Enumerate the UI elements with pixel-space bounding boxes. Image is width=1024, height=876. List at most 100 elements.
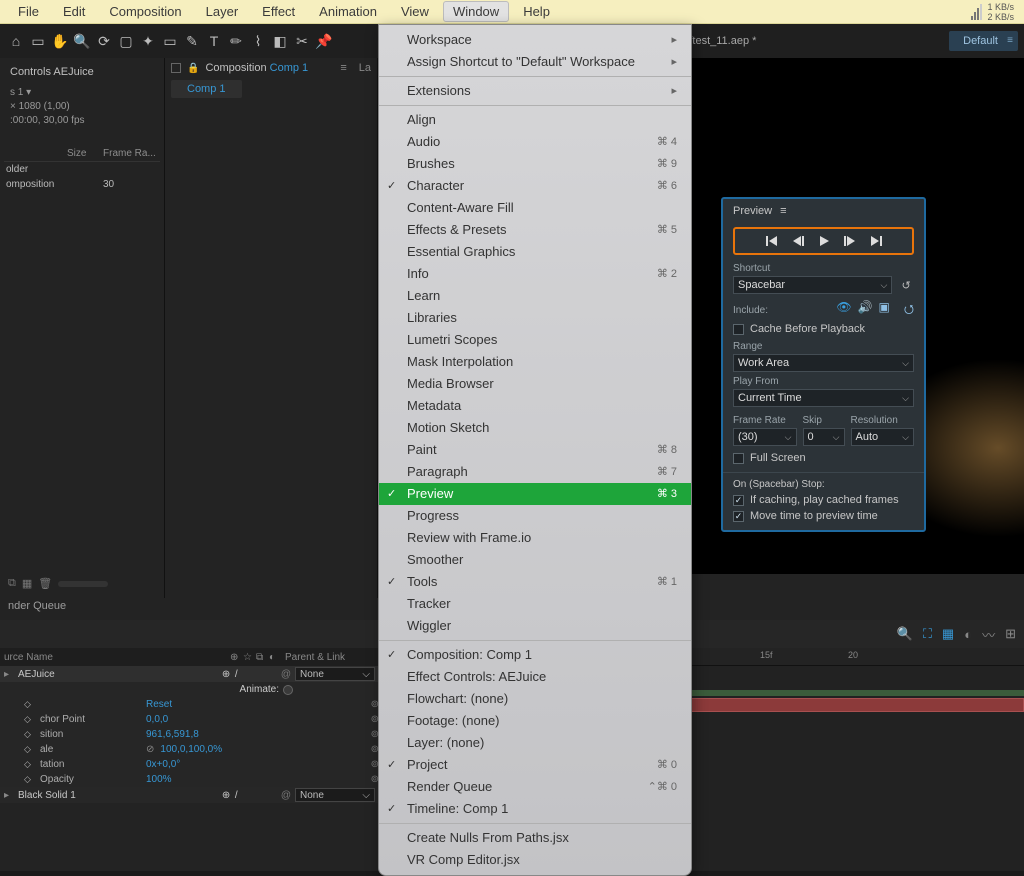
menu-item-render-queue[interactable]: Render Queue⌃⌘ 0 (379, 776, 691, 798)
layer-row[interactable]: ▸Black Solid 1⊕/@None⌵ (0, 787, 379, 803)
transform-property[interactable]: ◇tation0x+0,0°⊚ (0, 757, 379, 772)
interpret-icon[interactable]: ⧉ (8, 577, 16, 590)
menu-item-align[interactable]: Align (379, 105, 691, 131)
layer-row[interactable]: ▸AEJuice⊕/@None⌵ (0, 666, 379, 682)
flowchart-icon[interactable]: ⊞ (1005, 626, 1016, 642)
panel-menu-icon[interactable]: ≡ (780, 205, 786, 217)
menu-item-mask-interpolation[interactable]: Mask Interpolation (379, 351, 691, 373)
project-zoom-slider[interactable] (58, 581, 108, 587)
transform-property[interactable]: ◇Reset⊚ (0, 697, 379, 712)
menu-item-vr-comp-editor-jsx[interactable]: VR Comp Editor.jsx (379, 849, 691, 871)
parent-select[interactable]: None⌵ (295, 788, 375, 802)
onstop-cache-checkbox[interactable]: ✓ (733, 495, 744, 506)
menu-item-tracker[interactable]: Tracker (379, 593, 691, 615)
preview-resolution-select[interactable]: Auto (851, 428, 915, 446)
menu-item-paragraph[interactable]: Paragraph⌘ 7 (379, 461, 691, 483)
playfrom-select[interactable]: Current Time (733, 389, 914, 407)
prev-frame-icon[interactable] (792, 235, 804, 247)
pan-behind-tool-icon[interactable]: ✦ (138, 31, 158, 51)
menu-item-essential-graphics[interactable]: Essential Graphics (379, 241, 691, 263)
workspace-selector[interactable]: Default (949, 31, 1018, 51)
transform-property[interactable]: ◇chor Point0,0,0⊚ (0, 712, 379, 727)
first-frame-icon[interactable] (766, 235, 778, 247)
menu-composition[interactable]: Composition (99, 1, 191, 22)
cache-checkbox[interactable] (733, 324, 744, 335)
puppet-tool-icon[interactable]: 📌 (314, 31, 334, 51)
menu-layer[interactable]: Layer (196, 1, 249, 22)
camera-tool-icon[interactable]: ▢ (116, 31, 136, 51)
menu-item-assign-shortcut-to-default-workspace[interactable]: Assign Shortcut to "Default" Workspace▸ (379, 51, 691, 73)
shape-tool-icon[interactable]: ▭ (160, 31, 180, 51)
menu-item-paint[interactable]: Paint⌘ 8 (379, 439, 691, 461)
menu-item-workspace[interactable]: Workspace▸ (379, 29, 691, 51)
menu-item-extensions[interactable]: Extensions▸ (379, 76, 691, 102)
menu-item-footage-none[interactable]: Footage: (none) (379, 710, 691, 732)
panel-menu-icon[interactable]: ≡ (340, 62, 346, 74)
play-icon[interactable] (818, 235, 830, 247)
effect-controls-tab[interactable]: Controls AEJuice (4, 62, 160, 82)
eye-icon[interactable]: 👁 (836, 300, 851, 321)
home-icon[interactable]: ⌂ (6, 31, 26, 51)
menu-item-motion-sketch[interactable]: Motion Sketch (379, 417, 691, 439)
menu-effect[interactable]: Effect (252, 1, 305, 22)
animate-row[interactable]: Animate: (0, 682, 379, 697)
comp-subtab[interactable]: Comp 1 (171, 80, 242, 98)
speaker-icon[interactable]: 🔊 (858, 300, 873, 321)
layer-tab[interactable]: La (359, 62, 371, 74)
menu-item-lumetri-scopes[interactable]: Lumetri Scopes (379, 329, 691, 351)
loop-icon[interactable]: ⭯ (904, 300, 914, 321)
menu-item-layer-none[interactable]: Layer: (none) (379, 732, 691, 754)
menu-item-brushes[interactable]: Brushes⌘ 9 (379, 153, 691, 175)
menu-item-timeline-comp-1[interactable]: ✓Timeline: Comp 1 (379, 798, 691, 820)
lock-icon[interactable]: 🔒 (187, 63, 199, 74)
next-frame-icon[interactable] (844, 235, 856, 247)
menu-item-content-aware-fill[interactable]: Content-Aware Fill (379, 197, 691, 219)
menu-item-project[interactable]: ✓Project⌘ 0 (379, 754, 691, 776)
menu-item-media-browser[interactable]: Media Browser (379, 373, 691, 395)
project-row[interactable]: older (4, 162, 160, 177)
menu-file[interactable]: File (8, 1, 49, 22)
type-tool-icon[interactable]: T (204, 31, 224, 51)
range-select[interactable]: Work Area (733, 354, 914, 372)
menu-animation[interactable]: Animation (309, 1, 387, 22)
parent-select[interactable]: None⌵ (295, 667, 375, 681)
transform-property[interactable]: ◇sition961,6,591,8⊚ (0, 727, 379, 742)
transform-property[interactable]: ◇Opacity100%⊚ (0, 772, 379, 787)
skip-select[interactable]: 0 (803, 428, 845, 446)
overlay-icon[interactable]: ▣ (879, 300, 890, 321)
hand-tool-icon[interactable]: ✋ (50, 31, 70, 51)
clone-tool-icon[interactable]: ⌇ (248, 31, 268, 51)
selection-tool-icon[interactable]: ▭ (28, 31, 48, 51)
menu-help[interactable]: Help (513, 1, 560, 22)
menu-edit[interactable]: Edit (53, 1, 95, 22)
menu-item-wiggler[interactable]: Wiggler (379, 615, 691, 637)
bits-icon[interactable]: ▦ (22, 577, 32, 590)
pen-tool-icon[interactable]: ✎ (182, 31, 202, 51)
reset-icon[interactable]: ↺ (898, 279, 914, 292)
menu-item-effect-controls-aejuice[interactable]: Effect Controls: AEJuice (379, 666, 691, 688)
eraser-tool-icon[interactable]: ◧ (270, 31, 290, 51)
menu-item-review-with-frame-io[interactable]: Review with Frame.io (379, 527, 691, 549)
framerate-select[interactable]: (30) (733, 428, 797, 446)
menu-item-effects-presets[interactable]: Effects & Presets⌘ 5 (379, 219, 691, 241)
menu-item-libraries[interactable]: Libraries (379, 307, 691, 329)
onstop-move-checkbox[interactable]: ✓ (733, 511, 744, 522)
fullscreen-checkbox[interactable] (733, 453, 744, 464)
frame-blend-icon[interactable]: ▦ (942, 626, 954, 642)
menu-item-preview[interactable]: ✓Preview⌘ 3 (379, 483, 691, 505)
trash-icon[interactable]: 🗑 (38, 577, 52, 590)
menu-window[interactable]: Window (443, 1, 509, 22)
graph-icon[interactable]: 〰 (982, 625, 995, 644)
motion-blur-icon[interactable]: ◐ (964, 627, 972, 642)
transform-property[interactable]: ◇ale⊘100,0,100,0%⊚ (0, 742, 379, 757)
menu-item-audio[interactable]: Audio⌘ 4 (379, 131, 691, 153)
shortcut-select[interactable]: Spacebar (733, 276, 892, 294)
roto-tool-icon[interactable]: ✂ (292, 31, 312, 51)
rotate-tool-icon[interactable]: ⟳ (94, 31, 114, 51)
last-frame-icon[interactable] (870, 235, 882, 247)
menu-item-learn[interactable]: Learn (379, 285, 691, 307)
menu-item-progress[interactable]: Progress (379, 505, 691, 527)
project-row[interactable]: omposition30 (4, 177, 160, 192)
shy-icon[interactable]: ⛶ (923, 626, 932, 642)
menu-item-smoother[interactable]: Smoother (379, 549, 691, 571)
